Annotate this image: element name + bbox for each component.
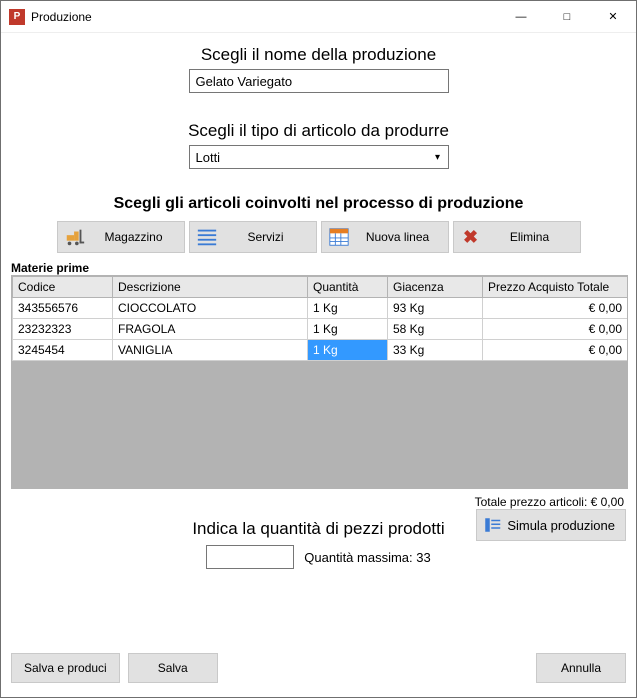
article-type-label: Scegli il tipo di articolo da produrre — [11, 121, 626, 141]
cell-prezzo[interactable]: € 0,00 — [483, 319, 628, 340]
articles-process-label: Scegli gli articoli coinvolti nel proces… — [11, 195, 626, 213]
cell-codice[interactable]: 343556576 — [13, 298, 113, 319]
annulla-button[interactable]: Annulla — [536, 653, 626, 683]
simula-label: Simula produzione — [507, 518, 615, 533]
magazzino-button[interactable]: Magazzino — [57, 221, 185, 253]
forklift-icon — [62, 224, 88, 250]
app-icon: P — [9, 9, 25, 25]
pieces-qty-input[interactable] — [206, 545, 294, 569]
cell-codice[interactable]: 3245454 — [13, 340, 113, 361]
cell-descrizione[interactable]: CIOCCOLATO — [113, 298, 308, 319]
content-area: Scegli il nome della produzione Scegli i… — [1, 33, 636, 645]
servizi-button[interactable]: Servizi — [189, 221, 317, 253]
elimina-button[interactable]: ✖ Elimina — [453, 221, 581, 253]
window-controls: — □ ✕ — [498, 1, 636, 33]
production-name-label: Scegli il nome della produzione — [11, 45, 626, 65]
table-row[interactable]: 343556576CIOCCOLATO1 Kg93 Kg€ 0,00 — [13, 298, 628, 319]
col-codice[interactable]: Codice — [13, 277, 113, 298]
magazzino-label: Magazzino — [94, 230, 174, 244]
simulate-icon — [481, 516, 503, 534]
elimina-label: Elimina — [490, 230, 570, 244]
cell-quantita[interactable]: 1 Kg — [308, 340, 388, 361]
close-button[interactable]: ✕ — [590, 1, 636, 33]
cell-giacenza[interactable]: 93 Kg — [388, 298, 483, 319]
articles-toolbar: Magazzino Servizi Nuova linea ✖ Elimina — [11, 221, 626, 253]
article-type-select[interactable]: Lotti ▾ — [189, 145, 449, 169]
total-price-label: Totale prezzo articoli: € 0,00 — [11, 495, 624, 509]
table-row[interactable]: 23232323FRAGOLA1 Kg58 Kg€ 0,00 — [13, 319, 628, 340]
grid-title: Materie prime — [11, 261, 626, 275]
grid-header-row: Codice Descrizione Quantità Giacenza Pre… — [13, 277, 628, 298]
nuova-linea-label: Nuova linea — [358, 230, 438, 244]
cell-prezzo[interactable]: € 0,00 — [483, 298, 628, 319]
cell-quantita[interactable]: 1 Kg — [308, 298, 388, 319]
nuova-linea-button[interactable]: Nuova linea — [321, 221, 449, 253]
chevron-down-icon: ▾ — [428, 146, 448, 168]
table-row[interactable]: 3245454VANIGLIA1 Kg33 Kg€ 0,00 — [13, 340, 628, 361]
app-window: P Produzione — □ ✕ Scegli il nome della … — [0, 0, 637, 698]
max-qty-label: Quantità massima: 33 — [304, 550, 430, 565]
simula-produzione-button[interactable]: Simula produzione — [476, 509, 626, 541]
delete-x-icon: ✖ — [458, 224, 484, 250]
list-lines-icon — [194, 224, 220, 250]
grid-icon — [326, 224, 352, 250]
cell-descrizione[interactable]: VANIGLIA — [113, 340, 308, 361]
cell-quantita[interactable]: 1 Kg — [308, 319, 388, 340]
qty-row: Quantità massima: 33 — [11, 545, 626, 569]
col-descrizione[interactable]: Descrizione — [113, 277, 308, 298]
minimize-button[interactable]: — — [498, 1, 544, 33]
salva-button[interactable]: Salva — [128, 653, 218, 683]
cell-giacenza[interactable]: 58 Kg — [388, 319, 483, 340]
servizi-label: Servizi — [226, 230, 306, 244]
col-quantita[interactable]: Quantità — [308, 277, 388, 298]
cell-descrizione[interactable]: FRAGOLA — [113, 319, 308, 340]
window-title: Produzione — [31, 10, 498, 24]
cell-prezzo[interactable]: € 0,00 — [483, 340, 628, 361]
maximize-button[interactable]: □ — [544, 1, 590, 33]
salva-e-produci-button[interactable]: Salva e produci — [11, 653, 120, 683]
footer: Salva e produci Salva Annulla — [1, 645, 636, 697]
titlebar: P Produzione — □ ✕ — [1, 1, 636, 33]
cell-codice[interactable]: 23232323 — [13, 319, 113, 340]
col-prezzo[interactable]: Prezzo Acquisto Totale — [483, 277, 628, 298]
cell-giacenza[interactable]: 33 Kg — [388, 340, 483, 361]
materials-grid[interactable]: Codice Descrizione Quantità Giacenza Pre… — [11, 275, 628, 489]
col-giacenza[interactable]: Giacenza — [388, 277, 483, 298]
article-type-value: Lotti — [190, 150, 428, 165]
production-name-input[interactable] — [189, 69, 449, 93]
